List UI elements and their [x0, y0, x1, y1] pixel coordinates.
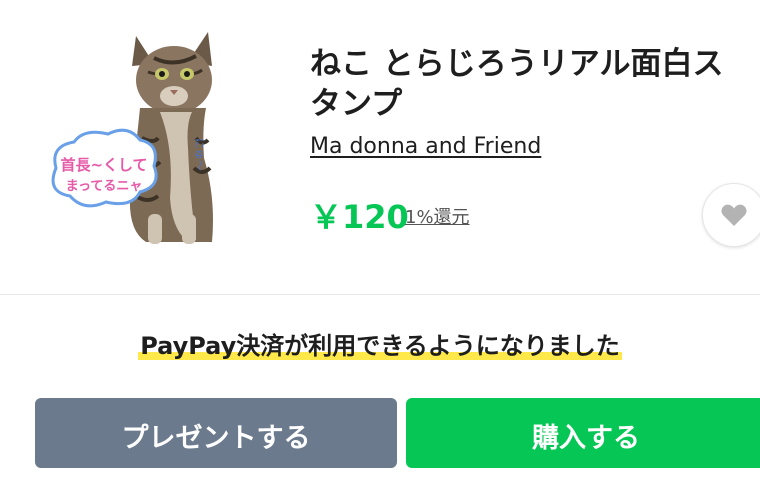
product-title: ねこ とらじろうリアル面白スタンプ	[310, 46, 724, 122]
price: ￥120	[310, 198, 409, 236]
paypay-notice: PayPay決済が利用できるようになりました	[0, 326, 760, 361]
sticker-side-text: にゅ〜	[193, 138, 206, 171]
author-link[interactable]: Ma donna and Friend	[310, 134, 541, 159]
buy-button[interactable]: 購入する	[406, 398, 760, 468]
heart-icon	[721, 204, 747, 226]
reward-link[interactable]: 1%還元	[405, 203, 470, 229]
bubble-line-2: まってるニャ	[66, 179, 143, 194]
bubble-line-1: 首長~くして	[60, 156, 147, 174]
sticker-image: にゅ〜 首長~くして まってるニャ	[51, 32, 213, 244]
present-button[interactable]: プレゼントする	[35, 398, 397, 468]
divider	[0, 294, 760, 295]
paypay-notice-text: PayPay決済が利用できるようになりました	[138, 332, 622, 360]
favorite-button[interactable]	[702, 183, 760, 247]
